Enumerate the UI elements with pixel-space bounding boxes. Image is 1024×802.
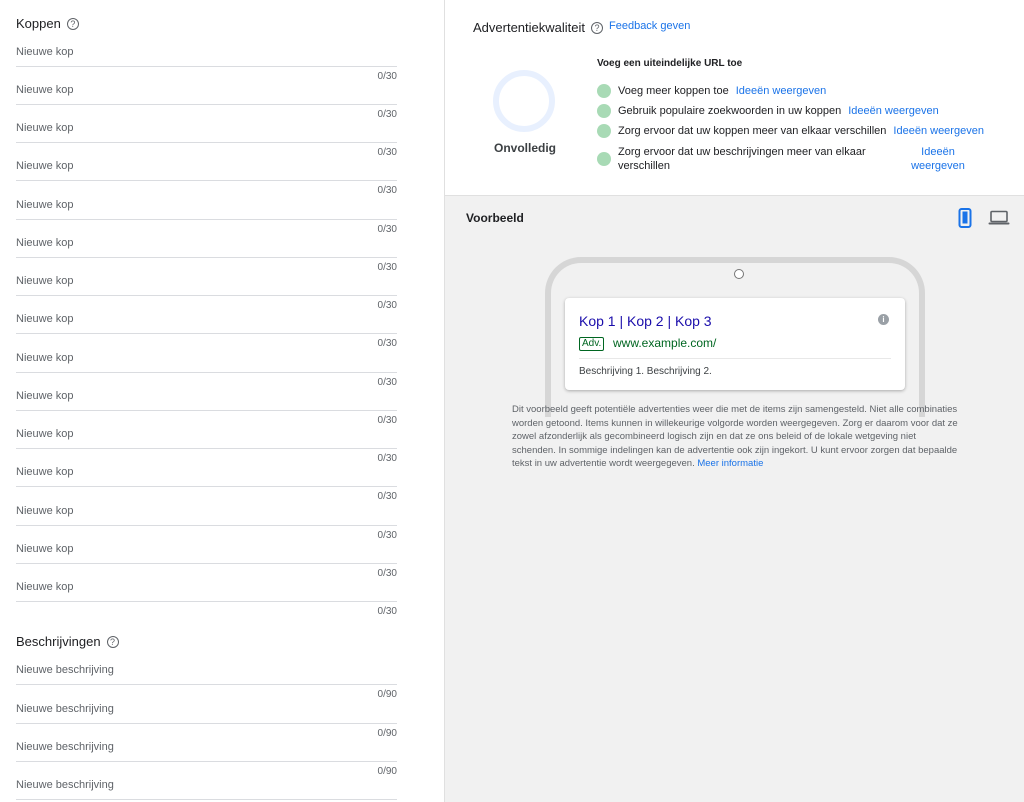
headline-input[interactable] [16, 191, 397, 220]
suggestion-item: Voeg meer koppen toe Ideeën weergeven [597, 84, 826, 98]
headline-field-15[interactable]: 0/30 [16, 573, 397, 617]
suggestion-item: Gebruik populaire zoekwoorden in uw kopp… [597, 104, 939, 118]
ad-headline: Kop 1 | Kop 2 | Kop 3 [579, 313, 712, 329]
show-ideas-link[interactable]: Ideeën weergeven [893, 124, 984, 138]
headline-field-3[interactable]: 0/30 [16, 114, 397, 158]
headline-field-14[interactable]: 0/30 [16, 535, 397, 579]
status-dot-icon [597, 152, 611, 166]
show-ideas-link[interactable]: Ideeën weergeven [908, 145, 968, 173]
headline-input[interactable] [16, 76, 397, 105]
show-ideas-link[interactable]: Ideeën weergeven [736, 84, 827, 98]
suggestion-text: Voeg meer koppen toe [618, 85, 729, 97]
headline-input[interactable] [16, 420, 397, 449]
suggestion-item: Zorg ervoor dat uw koppen meer van elkaa… [597, 124, 984, 138]
beschrijvingen-section-title: Beschrijvingen ? [16, 634, 119, 649]
preview-panel: Advertentiekwaliteit ? Feedback geven On… [445, 0, 1024, 802]
preview-title: Voorbeeld [466, 211, 524, 225]
suggestion-text: Zorg ervoor dat uw koppen meer van elkaa… [618, 125, 887, 137]
headline-field-5[interactable]: 0/30 [16, 191, 397, 235]
help-icon[interactable]: ? [106, 635, 119, 648]
suggestions-heading: Voeg een uiteindelijke URL toe [597, 58, 743, 69]
headline-field-13[interactable]: 0/30 [16, 497, 397, 541]
headline-field-6[interactable]: 0/30 [16, 229, 397, 273]
headline-input[interactable] [16, 535, 397, 564]
headline-input[interactable] [16, 344, 397, 373]
status-dot-icon [597, 104, 611, 118]
headline-field-7[interactable]: 0/30 [16, 267, 397, 311]
headline-input[interactable] [16, 497, 397, 526]
feedback-link[interactable]: Feedback geven [609, 20, 690, 32]
ad-description: Beschrijving 1. Beschrijving 2. [579, 366, 712, 377]
asset-editor-panel: Koppen ? 0/30 0/30 0/30 0/30 0/30 0/30 0… [0, 0, 445, 802]
headline-input[interactable] [16, 38, 397, 67]
headline-field-10[interactable]: 0/30 [16, 382, 397, 426]
ad-badge: Adv. [579, 337, 605, 351]
koppen-title: Koppen [16, 16, 61, 31]
suggestion-item: Zorg ervoor dat uw beschrijvingen meer v… [597, 145, 968, 173]
character-counter: 0/30 [377, 606, 397, 617]
description-input[interactable] [16, 771, 397, 800]
headline-field-4[interactable]: 0/30 [16, 152, 397, 196]
suggestion-text: Zorg ervoor dat uw beschrijvingen meer v… [618, 146, 866, 172]
preview-disclaimer: Dit voorbeeld geeft potentiële advertent… [512, 403, 960, 471]
description-field-1[interactable]: 0/90 [16, 656, 397, 700]
camera-icon [734, 269, 744, 279]
headline-input[interactable] [16, 152, 397, 181]
ad-preview-card: Kop 1 | Kop 2 | Kop 3 i Adv. www.example… [565, 298, 905, 390]
headline-input[interactable] [16, 267, 397, 296]
ad-strength-status: Onvolledig [493, 141, 556, 155]
headline-input[interactable] [16, 114, 397, 143]
mobile-icon[interactable] [958, 208, 972, 228]
help-icon[interactable]: ? [591, 21, 603, 34]
info-icon[interactable]: i [878, 314, 889, 325]
desktop-icon[interactable] [988, 210, 1010, 226]
beschrijvingen-title: Beschrijvingen [16, 634, 101, 649]
ad-url: www.example.com/ [613, 336, 717, 350]
headline-input[interactable] [16, 458, 397, 487]
status-dot-icon [597, 124, 611, 138]
ad-divider [579, 358, 891, 359]
status-dot-icon [597, 84, 611, 98]
help-icon[interactable]: ? [66, 17, 79, 30]
ad-strength-ring [493, 70, 555, 132]
headline-field-9[interactable]: 0/30 [16, 344, 397, 388]
description-input[interactable] [16, 695, 397, 724]
more-info-link[interactable]: Meer informatie [697, 458, 763, 469]
headline-input[interactable] [16, 229, 397, 258]
headline-field-8[interactable]: 0/30 [16, 305, 397, 349]
headline-field-11[interactable]: 0/30 [16, 420, 397, 464]
ad-strength-title: Advertentiekwaliteit [473, 20, 585, 35]
headline-input[interactable] [16, 382, 397, 411]
show-ideas-link[interactable]: Ideeën weergeven [848, 104, 939, 118]
ad-strength-card: Advertentiekwaliteit ? Feedback geven On… [445, 0, 1024, 196]
description-input[interactable] [16, 656, 397, 685]
headline-field-12[interactable]: 0/30 [16, 458, 397, 502]
description-field-3[interactable]: 0/90 [16, 733, 397, 777]
ad-strength-title-row: Advertentiekwaliteit ? [473, 20, 603, 35]
suggestion-text: Gebruik populaire zoekwoorden in uw kopp… [618, 105, 842, 117]
description-field-4[interactable] [16, 771, 397, 802]
headline-field-1[interactable]: 0/30 [16, 38, 397, 82]
phone-mockup: Kop 1 | Kop 2 | Kop 3 i Adv. www.example… [545, 257, 925, 417]
headline-input[interactable] [16, 305, 397, 334]
description-input[interactable] [16, 733, 397, 762]
description-field-2[interactable]: 0/90 [16, 695, 397, 739]
headline-input[interactable] [16, 573, 397, 602]
koppen-section-title: Koppen ? [16, 16, 79, 31]
headline-field-2[interactable]: 0/30 [16, 76, 397, 120]
